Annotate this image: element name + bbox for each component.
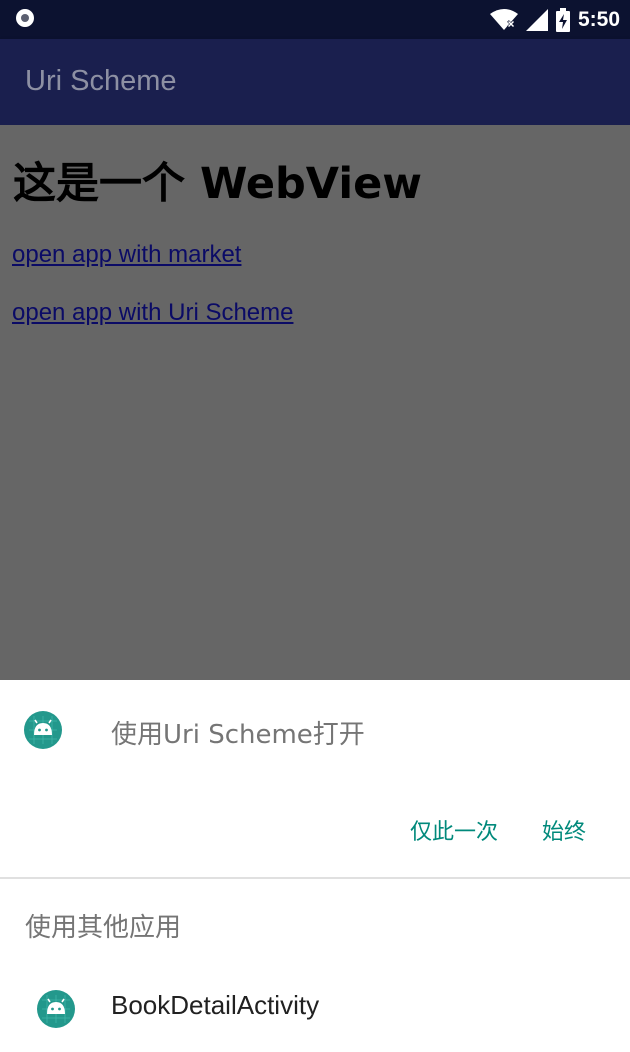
chooser-title: 使用Uri Scheme打开 <box>111 720 365 750</box>
link-open-uri-scheme[interactable]: open app with Uri Scheme <box>12 299 293 327</box>
webview-heading: 这是一个 WebView <box>13 159 422 209</box>
app-label: BookDetailActivity <box>111 990 320 1020</box>
android-app-icon <box>37 990 75 1028</box>
android-app-icon <box>24 711 62 749</box>
battery-charging-icon <box>555 7 570 32</box>
always-button[interactable]: 始终 <box>542 814 586 846</box>
just-once-button[interactable]: 仅此一次 <box>410 814 498 846</box>
status-icons: 5:50 <box>489 0 620 39</box>
app-bar: Uri Scheme <box>0 39 630 125</box>
app-chooser-sheet: 使用Uri Scheme打开 仅此一次 始终 使用其他应用 BookDetail… <box>0 680 630 1052</box>
status-clock: 5:50 <box>577 7 620 31</box>
app-title: Uri Scheme <box>25 65 177 97</box>
divider <box>0 877 630 879</box>
other-apps-label: 使用其他应用 <box>25 913 182 943</box>
notification-dot-icon <box>16 9 34 27</box>
list-item-book-detail-activity[interactable]: BookDetailActivity <box>0 976 630 1046</box>
status-bar: 5:50 <box>0 0 630 39</box>
wifi-icon <box>489 8 518 30</box>
cell-signal-icon <box>525 8 548 31</box>
webview: 这是一个 WebView open app with market open a… <box>0 125 630 680</box>
link-open-market[interactable]: open app with market <box>12 241 241 269</box>
